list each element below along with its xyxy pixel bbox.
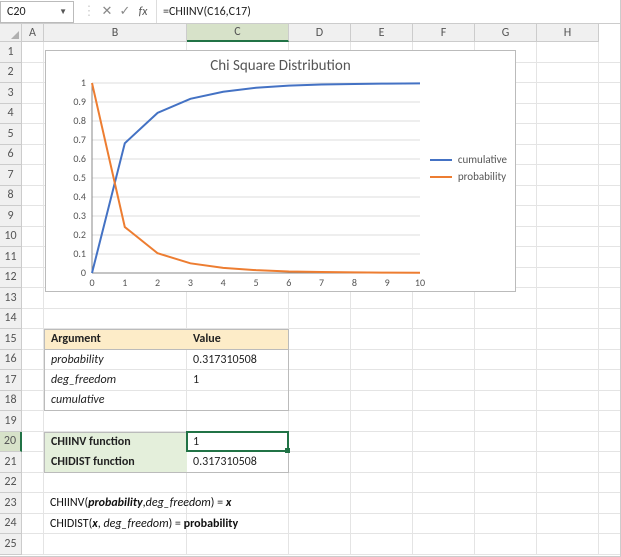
svg-text:1: 1 (122, 276, 127, 289)
svg-text:1: 1 (81, 76, 86, 89)
row-header[interactable]: 24 (0, 514, 22, 535)
args-row-arg: cumulative (44, 391, 187, 412)
name-box[interactable]: C20 ▼ (0, 1, 74, 23)
svg-text:0.6: 0.6 (73, 152, 86, 165)
func-row-name: CHIDIST function (44, 452, 187, 473)
svg-text:7: 7 (319, 276, 324, 289)
row-header[interactable]: 20 (0, 432, 22, 453)
row-header[interactable]: 14 (0, 309, 22, 330)
svg-text:5: 5 (253, 276, 258, 289)
syntax-line-2: CHIDIST(x, deg_freedom) = probability (50, 517, 238, 531)
row-header[interactable]: 9 (0, 206, 22, 227)
legend-swatch (430, 159, 452, 161)
row-header[interactable]: 17 (0, 370, 22, 391)
column-headers: ABCDEFGH (22, 24, 599, 42)
svg-text:4: 4 (221, 276, 226, 289)
row-header[interactable]: 19 (0, 411, 22, 432)
select-all-corner[interactable] (0, 24, 22, 42)
row-header[interactable]: 10 (0, 227, 22, 248)
legend-label: cumulative (458, 153, 507, 166)
row-header[interactable]: 22 (0, 473, 22, 494)
cells-area: Chi Square Distribution 00.10.20.30.40.5… (22, 42, 620, 556)
row-headers: 1234567891011121314151617181920212223242… (0, 42, 22, 555)
svg-text:0.3: 0.3 (73, 209, 86, 222)
args-row-val: 0.317310508 (187, 350, 289, 371)
svg-text:0: 0 (89, 276, 94, 289)
svg-text:0.7: 0.7 (73, 133, 86, 146)
svg-text:9: 9 (385, 276, 390, 289)
row-header[interactable]: 5 (0, 124, 22, 145)
args-row-val (187, 391, 289, 412)
column-header[interactable]: F (413, 24, 475, 42)
column-header[interactable]: C (187, 24, 289, 42)
name-box-value: C20 (7, 5, 26, 19)
row-header[interactable]: 16 (0, 350, 22, 371)
formula-bar-icons: ⋮ ✕ ✓ fx (76, 0, 157, 23)
svg-text:0.5: 0.5 (73, 171, 86, 184)
args-header-val: Value (187, 329, 289, 350)
svg-text:0.1: 0.1 (73, 247, 86, 260)
svg-text:3: 3 (188, 276, 193, 289)
row-header[interactable]: 12 (0, 268, 22, 289)
fx-icon[interactable]: fx (134, 5, 152, 19)
separator-icon: ⋮ (80, 4, 98, 19)
row-header[interactable]: 25 (0, 534, 22, 555)
args-row-arg: deg_freedom (44, 370, 187, 391)
syntax-line-1: CHIINV(probability,deg_freedom) = x (50, 496, 231, 510)
args-row-val: 1 (187, 370, 289, 391)
svg-text:0.9: 0.9 (73, 95, 86, 108)
row-header[interactable]: 21 (0, 452, 22, 473)
row-header[interactable]: 7 (0, 165, 22, 186)
svg-text:8: 8 (352, 276, 357, 289)
svg-text:0.2: 0.2 (73, 228, 86, 241)
column-header[interactable]: E (351, 24, 413, 42)
svg-text:0.4: 0.4 (73, 190, 86, 203)
row-header[interactable]: 15 (0, 329, 22, 350)
svg-text:2: 2 (155, 276, 160, 289)
row-header[interactable]: 4 (0, 104, 22, 125)
formula-bar: C20 ▼ ⋮ ✕ ✓ fx =CHIINV(C16,C17) (0, 0, 620, 24)
excel-window: C20 ▼ ⋮ ✕ ✓ fx =CHIINV(C16,C17) ABCDEFGH… (0, 0, 621, 557)
accept-icon[interactable]: ✓ (116, 4, 134, 19)
args-row-arg: probability (44, 350, 187, 371)
row-header[interactable]: 3 (0, 83, 22, 104)
row-header[interactable]: 2 (0, 63, 22, 84)
func-row-name: CHIINV function (44, 432, 187, 453)
row-header[interactable]: 23 (0, 493, 22, 514)
func-row-val: 0.317310508 (187, 452, 289, 473)
column-header[interactable]: G (475, 24, 537, 42)
args-header-arg: Argument (44, 329, 187, 350)
svg-text:0: 0 (81, 266, 86, 279)
svg-text:0.8: 0.8 (73, 114, 86, 127)
worksheet-grid[interactable]: ABCDEFGH 1234567891011121314151617181920… (0, 24, 620, 556)
legend-item-cumulative: cumulative (430, 153, 507, 166)
chart[interactable]: Chi Square Distribution 00.10.20.30.40.5… (45, 50, 516, 292)
row-header[interactable]: 18 (0, 391, 22, 412)
legend-label: probability (458, 170, 506, 183)
chevron-down-icon[interactable]: ▼ (59, 7, 67, 17)
row-header[interactable]: 8 (0, 186, 22, 207)
column-header[interactable]: A (22, 24, 44, 42)
legend-swatch (430, 176, 452, 178)
cancel-icon[interactable]: ✕ (98, 4, 116, 19)
func-row-val: 1 (187, 432, 289, 453)
row-header[interactable]: 13 (0, 288, 22, 309)
svg-text:10: 10 (415, 276, 425, 289)
row-header[interactable]: 11 (0, 247, 22, 268)
svg-text:6: 6 (286, 276, 291, 289)
column-header[interactable]: B (44, 24, 187, 42)
row-header[interactable]: 6 (0, 145, 22, 166)
column-header[interactable]: D (289, 24, 351, 42)
row-header[interactable]: 1 (0, 42, 22, 63)
chart-legend: cumulative probability (430, 149, 507, 187)
formula-input[interactable]: =CHIINV(C16,C17) (157, 5, 620, 19)
column-header[interactable]: H (537, 24, 599, 42)
legend-item-probability: probability (430, 170, 507, 183)
